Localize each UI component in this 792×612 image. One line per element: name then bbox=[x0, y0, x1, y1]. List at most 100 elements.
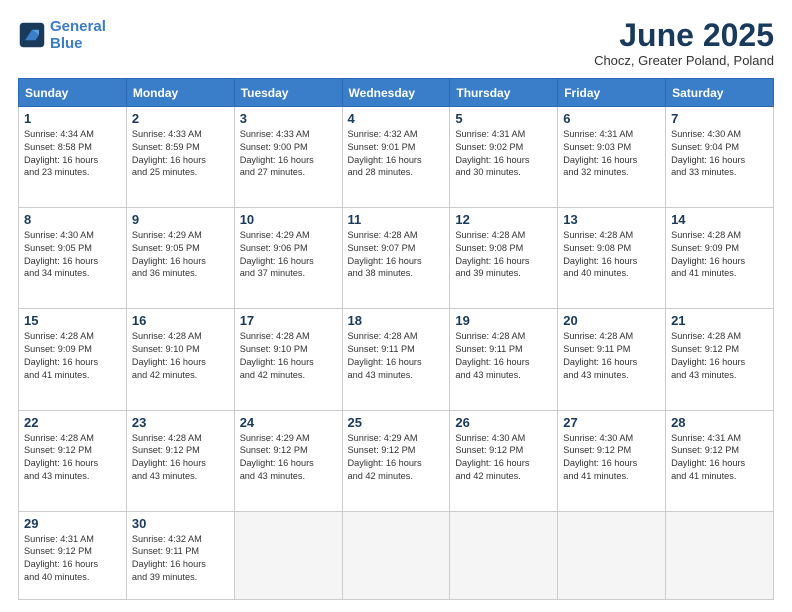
calendar-table: Sunday Monday Tuesday Wednesday Thursday… bbox=[18, 78, 774, 600]
day-number: 16 bbox=[132, 313, 229, 328]
day-number: 28 bbox=[671, 415, 768, 430]
table-row bbox=[666, 511, 774, 599]
table-row: 11 Sunrise: 4:28 AMSunset: 9:07 PMDayligh… bbox=[342, 208, 450, 309]
cell-content: Sunrise: 4:28 AMSunset: 9:08 PMDaylight:… bbox=[455, 229, 552, 280]
cell-content: Sunrise: 4:31 AMSunset: 9:12 PMDaylight:… bbox=[24, 533, 121, 584]
col-wednesday: Wednesday bbox=[342, 79, 450, 107]
day-number: 8 bbox=[24, 212, 121, 227]
table-row: 28 Sunrise: 4:31 AMSunset: 9:12 PMDayligh… bbox=[666, 410, 774, 511]
cell-content: Sunrise: 4:30 AMSunset: 9:04 PMDaylight:… bbox=[671, 128, 768, 179]
cell-content: Sunrise: 4:30 AMSunset: 9:12 PMDaylight:… bbox=[455, 432, 552, 483]
cell-content: Sunrise: 4:28 AMSunset: 9:11 PMDaylight:… bbox=[455, 330, 552, 381]
day-number: 29 bbox=[24, 516, 121, 531]
logo-icon bbox=[18, 21, 46, 49]
table-row: 7 Sunrise: 4:30 AMSunset: 9:04 PMDaylight… bbox=[666, 107, 774, 208]
logo: General Blue bbox=[18, 18, 106, 53]
header: General Blue June 2025 Chocz, Greater Po… bbox=[18, 18, 774, 68]
cell-content: Sunrise: 4:28 AMSunset: 9:11 PMDaylight:… bbox=[563, 330, 660, 381]
day-number: 7 bbox=[671, 111, 768, 126]
day-number: 12 bbox=[455, 212, 552, 227]
cell-content: Sunrise: 4:28 AMSunset: 9:12 PMDaylight:… bbox=[671, 330, 768, 381]
cell-content: Sunrise: 4:28 AMSunset: 9:10 PMDaylight:… bbox=[132, 330, 229, 381]
day-number: 18 bbox=[348, 313, 445, 328]
day-number: 3 bbox=[240, 111, 337, 126]
day-number: 9 bbox=[132, 212, 229, 227]
col-thursday: Thursday bbox=[450, 79, 558, 107]
table-row: 1 Sunrise: 4:34 AMSunset: 8:58 PMDaylight… bbox=[19, 107, 127, 208]
day-number: 25 bbox=[348, 415, 445, 430]
day-number: 6 bbox=[563, 111, 660, 126]
cell-content: Sunrise: 4:34 AMSunset: 8:58 PMDaylight:… bbox=[24, 128, 121, 179]
day-number: 23 bbox=[132, 415, 229, 430]
day-number: 4 bbox=[348, 111, 445, 126]
day-number: 21 bbox=[671, 313, 768, 328]
cell-content: Sunrise: 4:31 AMSunset: 9:12 PMDaylight:… bbox=[671, 432, 768, 483]
cell-content: Sunrise: 4:28 AMSunset: 9:12 PMDaylight:… bbox=[132, 432, 229, 483]
logo-text: General Blue bbox=[50, 18, 106, 53]
cell-content: Sunrise: 4:29 AMSunset: 9:05 PMDaylight:… bbox=[132, 229, 229, 280]
day-number: 11 bbox=[348, 212, 445, 227]
cell-content: Sunrise: 4:30 AMSunset: 9:05 PMDaylight:… bbox=[24, 229, 121, 280]
table-row: 3 Sunrise: 4:33 AMSunset: 9:00 PMDaylight… bbox=[234, 107, 342, 208]
location-subtitle: Chocz, Greater Poland, Poland bbox=[594, 53, 774, 68]
page: General Blue June 2025 Chocz, Greater Po… bbox=[0, 0, 792, 612]
table-row: 21 Sunrise: 4:28 AMSunset: 9:12 PMDayligh… bbox=[666, 309, 774, 410]
month-title: June 2025 bbox=[594, 18, 774, 53]
cell-content: Sunrise: 4:31 AMSunset: 9:02 PMDaylight:… bbox=[455, 128, 552, 179]
col-sunday: Sunday bbox=[19, 79, 127, 107]
table-row: 13 Sunrise: 4:28 AMSunset: 9:08 PMDayligh… bbox=[558, 208, 666, 309]
cell-content: Sunrise: 4:28 AMSunset: 9:10 PMDaylight:… bbox=[240, 330, 337, 381]
cell-content: Sunrise: 4:29 AMSunset: 9:06 PMDaylight:… bbox=[240, 229, 337, 280]
day-number: 10 bbox=[240, 212, 337, 227]
col-monday: Monday bbox=[126, 79, 234, 107]
day-number: 2 bbox=[132, 111, 229, 126]
cell-content: Sunrise: 4:28 AMSunset: 9:12 PMDaylight:… bbox=[24, 432, 121, 483]
cell-content: Sunrise: 4:32 AMSunset: 9:11 PMDaylight:… bbox=[132, 533, 229, 584]
cell-content: Sunrise: 4:33 AMSunset: 9:00 PMDaylight:… bbox=[240, 128, 337, 179]
table-row: 14 Sunrise: 4:28 AMSunset: 9:09 PMDayligh… bbox=[666, 208, 774, 309]
cell-content: Sunrise: 4:28 AMSunset: 9:08 PMDaylight:… bbox=[563, 229, 660, 280]
day-number: 14 bbox=[671, 212, 768, 227]
table-row bbox=[558, 511, 666, 599]
table-row: 2 Sunrise: 4:33 AMSunset: 8:59 PMDaylight… bbox=[126, 107, 234, 208]
table-row: 26 Sunrise: 4:30 AMSunset: 9:12 PMDayligh… bbox=[450, 410, 558, 511]
col-tuesday: Tuesday bbox=[234, 79, 342, 107]
cell-content: Sunrise: 4:29 AMSunset: 9:12 PMDaylight:… bbox=[348, 432, 445, 483]
table-row: 6Sunrise: 4:31 AMSunset: 9:03 PMDaylight… bbox=[558, 107, 666, 208]
day-number: 15 bbox=[24, 313, 121, 328]
table-row: 15 Sunrise: 4:28 AMSunset: 9:09 PMDayligh… bbox=[19, 309, 127, 410]
table-row: 25 Sunrise: 4:29 AMSunset: 9:12 PMDayligh… bbox=[342, 410, 450, 511]
cell-content: Sunrise: 4:32 AMSunset: 9:01 PMDaylight:… bbox=[348, 128, 445, 179]
cell-content: Sunrise: 4:33 AMSunset: 8:59 PMDaylight:… bbox=[132, 128, 229, 179]
day-number: 13 bbox=[563, 212, 660, 227]
cell-content: Sunrise: 4:29 AMSunset: 9:12 PMDaylight:… bbox=[240, 432, 337, 483]
table-row bbox=[450, 511, 558, 599]
cell-content: Sunrise: 4:28 AMSunset: 9:11 PMDaylight:… bbox=[348, 330, 445, 381]
table-row: 8 Sunrise: 4:30 AMSunset: 9:05 PMDaylight… bbox=[19, 208, 127, 309]
day-number: 26 bbox=[455, 415, 552, 430]
table-row: 20 Sunrise: 4:28 AMSunset: 9:11 PMDayligh… bbox=[558, 309, 666, 410]
table-row: 19 Sunrise: 4:28 AMSunset: 9:11 PMDayligh… bbox=[450, 309, 558, 410]
cell-content: Sunrise: 4:28 AMSunset: 9:09 PMDaylight:… bbox=[671, 229, 768, 280]
table-row: 10 Sunrise: 4:29 AMSunset: 9:06 PMDayligh… bbox=[234, 208, 342, 309]
col-saturday: Saturday bbox=[666, 79, 774, 107]
day-number: 30 bbox=[132, 516, 229, 531]
cell-content: Sunrise: 4:28 AMSunset: 9:09 PMDaylight:… bbox=[24, 330, 121, 381]
day-number: 20 bbox=[563, 313, 660, 328]
day-number: 22 bbox=[24, 415, 121, 430]
day-number: 19 bbox=[455, 313, 552, 328]
cell-content: Sunrise: 4:28 AMSunset: 9:07 PMDaylight:… bbox=[348, 229, 445, 280]
table-row bbox=[342, 511, 450, 599]
calendar-header-row: Sunday Monday Tuesday Wednesday Thursday… bbox=[19, 79, 774, 107]
title-block: June 2025 Chocz, Greater Poland, Poland bbox=[594, 18, 774, 68]
day-number: 1 bbox=[24, 111, 121, 126]
cell-content: Sunrise: 4:30 AMSunset: 9:12 PMDaylight:… bbox=[563, 432, 660, 483]
table-row: 9 Sunrise: 4:29 AMSunset: 9:05 PMDaylight… bbox=[126, 208, 234, 309]
table-row: 18 Sunrise: 4:28 AMSunset: 9:11 PMDayligh… bbox=[342, 309, 450, 410]
table-row: 23 Sunrise: 4:28 AMSunset: 9:12 PMDayligh… bbox=[126, 410, 234, 511]
table-row: 29 Sunrise: 4:31 AMSunset: 9:12 PMDayligh… bbox=[19, 511, 127, 599]
table-row: 16 Sunrise: 4:28 AMSunset: 9:10 PMDayligh… bbox=[126, 309, 234, 410]
table-row: 17Sunrise: 4:28 AMSunset: 9:10 PMDayligh… bbox=[234, 309, 342, 410]
table-row: 24Sunrise: 4:29 AMSunset: 9:12 PMDayligh… bbox=[234, 410, 342, 511]
day-number: 27 bbox=[563, 415, 660, 430]
